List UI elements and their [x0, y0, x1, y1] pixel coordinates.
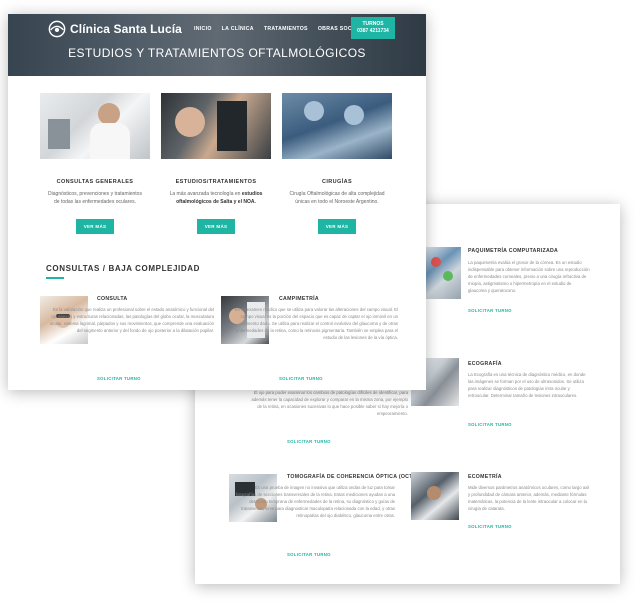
- ecografia-title: ECOGRAFÍA: [468, 361, 502, 367]
- brand-name: Clínica Santa Lucía: [70, 22, 182, 36]
- service-desc: La más avanzada tecnología en estudios o…: [161, 191, 271, 213]
- turnos-phone: 0387 4211734: [357, 28, 389, 34]
- paquimetria-desc: La paquimetría evalúa el grosor de la có…: [468, 260, 590, 293]
- paquimetria-photo: [425, 247, 461, 299]
- service-title: CONSULTAS GENERALES: [56, 179, 134, 185]
- hidden-item-desc: El ojo para poder examinar los cambios d…: [251, 390, 408, 416]
- main-menu: INICIO LA CLÍNICA TRATAMIENTOS OBRAS SOC…: [194, 26, 369, 32]
- consulta-solicitar-link[interactable]: SOLICITAR TURNO: [97, 376, 141, 381]
- section-underline: [46, 277, 64, 279]
- paquimetria-title: PAQUIMETRÍA COMPUTARIZADA: [468, 248, 559, 254]
- service-desc-text: La más avanzada tecnología en: [169, 191, 242, 197]
- nav-la-clinica[interactable]: LA CLÍNICA: [222, 26, 254, 32]
- services-row: CONSULTAS GENERALES Diagnósticos, preven…: [40, 93, 392, 234]
- service-desc: Diagnósticos, prevenciones y tratamiento…: [40, 191, 150, 213]
- service-desc-line: de todas las enfermedades oculares.: [54, 198, 136, 205]
- clinic-logo[interactable]: Clínica Santa Lucía: [48, 20, 182, 38]
- campimetria-title: CAMPIMETRÍA: [279, 296, 319, 302]
- hidden-item-solicitar-link[interactable]: SOLICITAR TURNO: [287, 439, 331, 444]
- nav-tratamientos[interactable]: TRATAMIENTOS: [264, 26, 308, 32]
- estudios-photo: [161, 93, 271, 159]
- service-desc-line: únicas en todo el Noroeste Argentino.: [295, 198, 379, 205]
- consulta-title: CONSULTA: [97, 296, 128, 302]
- consultas-photo: [40, 93, 150, 159]
- top-nav: Clínica Santa Lucía INICIO LA CLÍNICA TR…: [8, 14, 426, 44]
- turnos-button[interactable]: TURNOS 0387 4211734: [351, 17, 395, 39]
- nav-inicio[interactable]: INICIO: [194, 26, 212, 32]
- front-page-screenshot: Clínica Santa Lucía INICIO LA CLÍNICA TR…: [8, 14, 426, 390]
- ver-mas-button[interactable]: VER MÁS: [76, 219, 114, 234]
- ecografia-solicitar-link[interactable]: SOLICITAR TURNO: [468, 422, 512, 427]
- ver-mas-button[interactable]: VER MÁS: [197, 219, 235, 234]
- service-title: ESTUDIOS/TRATAMIENTOS: [175, 179, 257, 185]
- campimetria-solicitar-link[interactable]: SOLICITAR TURNO: [279, 376, 323, 381]
- paquimetria-solicitar-link[interactable]: SOLICITAR TURNO: [468, 308, 512, 313]
- consulta-desc: Es la valoración que realiza un profesio…: [49, 307, 214, 333]
- oct-title: TOMOGRAFÍA DE COHERENCIA ÓPTICA (OCT): [287, 474, 415, 480]
- ecometria-photo: [411, 472, 459, 520]
- oct-solicitar-link[interactable]: SOLICITAR TURNO: [287, 552, 331, 557]
- eye-logo-icon: [48, 20, 66, 38]
- ecometria-desc: Mide diversos parámetros anatómicos ocul…: [468, 485, 590, 511]
- service-title: CIRUGÍAS: [321, 179, 353, 185]
- campimetria-desc: Es un examen médico que se utiliza para …: [234, 307, 398, 340]
- turnos-label: TURNOS: [362, 21, 384, 27]
- oct-desc: Es una prueba de imagen no invasiva que …: [235, 485, 395, 518]
- service-desc-line: Cirugía Oftalmológicas de alta complejid…: [289, 191, 385, 197]
- ecografia-desc: La Ecografía es una técnica de diagnósti…: [468, 372, 586, 398]
- cirugias-photo: [282, 93, 392, 159]
- service-card-estudios: ESTUDIOS/TRATAMIENTOS La más avanzada te…: [161, 93, 271, 234]
- ecometria-title: ECOMETRÍA: [468, 474, 502, 480]
- service-card-cirugias: CIRUGÍAS Cirugía Oftalmológicas de alta …: [282, 93, 392, 234]
- service-desc: Cirugía Oftalmológicas de alta complejid…: [282, 191, 392, 213]
- service-desc-line: Diagnósticos, prevenciones y tratamiento…: [48, 191, 142, 197]
- section-title: CONSULTAS / BAJA COMPLEJIDAD: [46, 264, 200, 273]
- ecometria-solicitar-link[interactable]: SOLICITAR TURNO: [468, 524, 512, 529]
- page-title: ESTUDIOS Y TRATAMIENTOS OFTALMOLÓGICOS: [68, 46, 366, 60]
- ver-mas-button[interactable]: VER MÁS: [318, 219, 356, 234]
- service-card-consultas: CONSULTAS GENERALES Diagnósticos, preven…: [40, 93, 150, 234]
